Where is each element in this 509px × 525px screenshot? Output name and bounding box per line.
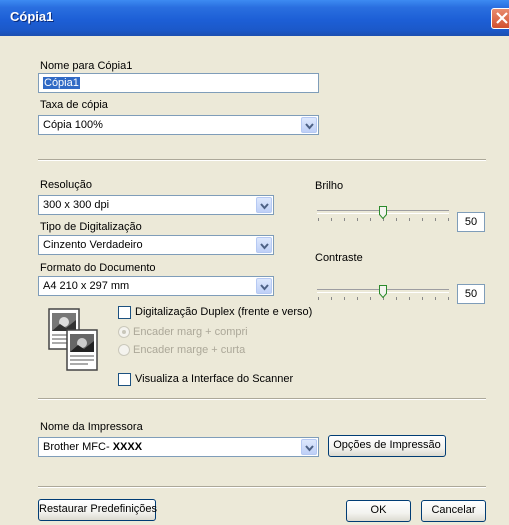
chevron-down-icon — [260, 284, 269, 291]
chevron-down-icon — [260, 203, 269, 210]
radio-long-edge[interactable] — [118, 326, 130, 338]
print-options-button[interactable]: Opções de Impressão — [328, 435, 446, 457]
show-interface-label: Visualiza a Interface do Scanner — [135, 373, 294, 385]
brightness-label: Brilho — [315, 180, 344, 192]
duplex-label: Digitalização Duplex (frente e verso) — [135, 306, 313, 318]
doc-format-label: Formato do Documento — [40, 262, 156, 274]
radio-long-edge-label: Encader marg + compri — [133, 326, 248, 338]
resolution-value: 300 x 300 dpi — [43, 199, 110, 211]
separator-middle — [38, 398, 486, 400]
title-bar[interactable]: Cópia1 — [0, 0, 509, 36]
separator-top — [38, 159, 486, 161]
printer-label: Nome da Impressora — [40, 421, 143, 433]
doc-format-dropdown-button[interactable] — [256, 278, 272, 294]
doc-format-select[interactable]: A4 210 x 297 mm — [38, 276, 274, 296]
restore-defaults-button[interactable]: Restaurar Predefinições — [38, 499, 157, 521]
copy-rate-select[interactable]: Cópia 100% — [38, 115, 319, 135]
printer-dropdown-button[interactable] — [301, 439, 317, 455]
name-input-value: Cópia1 — [43, 77, 80, 89]
ok-button[interactable]: OK — [346, 500, 411, 522]
printer-name-model: XXXX — [112, 441, 143, 453]
chevron-down-icon — [305, 123, 314, 130]
close-icon — [496, 12, 508, 24]
copy-rate-value: Cópia 100% — [43, 119, 103, 131]
chevron-down-icon — [260, 243, 269, 250]
chevron-down-icon — [305, 445, 314, 452]
name-label: Nome para Cópia1 — [40, 60, 133, 72]
scan-type-select[interactable]: Cinzento Verdadeiro — [38, 235, 274, 255]
separator-bottom — [38, 486, 486, 488]
copy-rate-label: Taxa de cópia — [40, 99, 108, 111]
printer-name-prefix: Brother MFC- — [43, 441, 110, 453]
window-title: Cópia1 — [10, 9, 54, 24]
scan-type-label: Tipo de Digitalização — [40, 221, 142, 233]
copy-rate-dropdown-button[interactable] — [301, 117, 317, 133]
duplex-checkbox[interactable] — [118, 306, 131, 319]
contrast-value: 50 — [457, 284, 485, 304]
resolution-label: Resolução — [40, 179, 92, 191]
brightness-slider-thumb[interactable] — [379, 206, 387, 219]
close-button[interactable] — [491, 8, 509, 29]
brightness-value: 50 — [457, 212, 485, 232]
dialog-client: Nome para Cópia1 Cópia1 Taxa de cópia Có… — [0, 36, 509, 525]
contrast-label: Contraste — [315, 252, 363, 264]
name-input[interactable]: Cópia1 — [38, 73, 319, 93]
cancel-button[interactable]: Cancelar — [421, 500, 486, 522]
radio-short-edge[interactable] — [118, 344, 130, 356]
printer-select[interactable]: Brother MFC- XXXX — [38, 437, 319, 457]
radio-short-edge-label: Encader marge + curta — [133, 344, 246, 356]
dialog-window: Cópia1 Nome para Cópia1 Cópia1 Taxa de c… — [0, 0, 509, 525]
resolution-select[interactable]: 300 x 300 dpi — [38, 195, 274, 215]
scan-type-dropdown-button[interactable] — [256, 237, 272, 253]
duplex-document-icon — [48, 308, 98, 371]
resolution-dropdown-button[interactable] — [256, 197, 272, 213]
show-interface-checkbox[interactable] — [118, 373, 131, 386]
contrast-slider-thumb[interactable] — [379, 285, 387, 298]
doc-format-value: A4 210 x 297 mm — [43, 280, 130, 292]
scan-type-value: Cinzento Verdadeiro — [43, 239, 143, 251]
